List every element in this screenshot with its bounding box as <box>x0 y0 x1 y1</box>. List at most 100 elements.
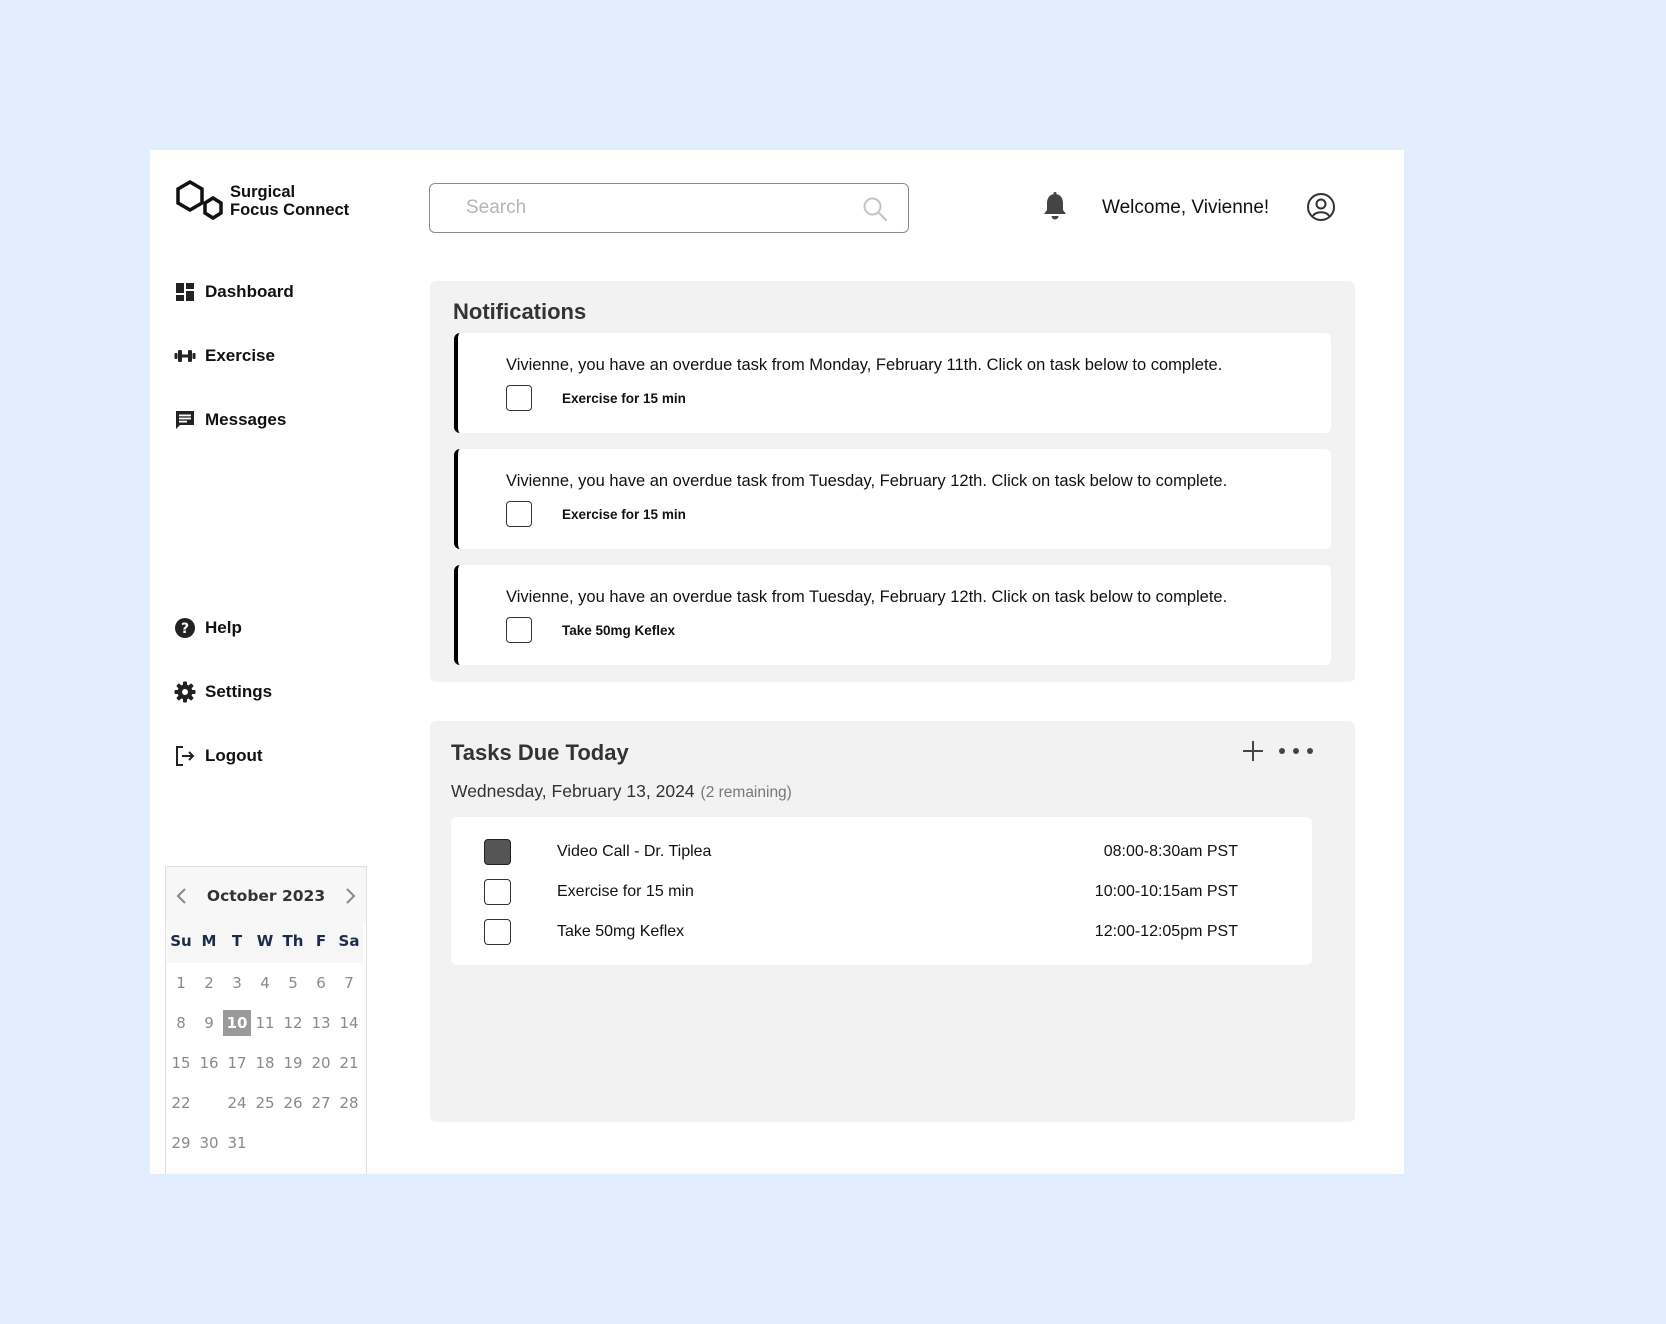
calendar-weekday: Sa <box>335 925 363 963</box>
notification-text: Vivienne, you have an overdue task from … <box>506 472 1228 490</box>
welcome-text: Welcome, Vivienne! <box>1102 197 1270 218</box>
calendar-day[interactable]: 29 <box>167 1123 195 1163</box>
calendar-day[interactable]: 3 <box>223 963 251 1003</box>
task-checkbox[interactable] <box>506 501 532 527</box>
logo: Surgical Focus Connect <box>174 180 349 222</box>
calendar-weekday: Su <box>167 925 195 963</box>
calendar-day-selected[interactable]: 10 <box>223 1010 251 1036</box>
notification-task-label[interactable]: Exercise for 15 min <box>562 507 686 522</box>
calendar-day[interactable]: 26 <box>279 1083 307 1123</box>
calendar-day[interactable]: 22 <box>167 1083 195 1123</box>
mini-calendar: October 2023 Su M T W Th F Sa 1 2 3 4 5 6 7 8 9 10 11 12 13… <box>165 866 367 1174</box>
dumbbell-icon <box>174 350 196 362</box>
task-checkbox[interactable] <box>484 879 511 905</box>
calendar-day[interactable]: 27 <box>307 1083 335 1123</box>
calendar-day[interactable]: 9 <box>195 1003 223 1043</box>
task-row: Take 50mg Keflex 12:00-12:05pm PST <box>451 917 1312 947</box>
calendar-day[interactable]: 19 <box>279 1043 307 1083</box>
notification-card: Vivienne, you have an overdue task from … <box>454 333 1331 433</box>
sidebar-item-label: Help <box>205 618 242 637</box>
task-name: Exercise for 15 min <box>557 883 694 900</box>
notification-card: Vivienne, you have an overdue task from … <box>454 449 1331 549</box>
calendar-day[interactable]: 4 <box>251 963 279 1003</box>
calendar-day[interactable]: 17 <box>223 1043 251 1083</box>
calendar-day[interactable]: 30 <box>195 1123 223 1163</box>
logo-line-1: Surgical <box>230 183 296 201</box>
calendar-day[interactable]: 15 <box>167 1043 195 1083</box>
notifications-title: Notifications <box>453 299 587 324</box>
bell-icon[interactable] <box>1041 191 1069 221</box>
notification-text: Vivienne, you have an overdue task from … <box>506 588 1228 606</box>
calendar-day[interactable]: 11 <box>251 1003 279 1043</box>
calendar-grid: Su M T W Th F Sa 1 2 3 4 5 6 7 8 9 10 11 12 13 14 15 16 17 18 19 2… <box>167 925 366 1163</box>
app-window: Surgical Focus Connect Welcome, Vivienne… <box>150 150 1404 1174</box>
search-icon[interactable] <box>862 196 888 222</box>
calendar-day[interactable]: 7 <box>335 963 363 1003</box>
hexagon-logo-icon <box>176 180 223 221</box>
sidebar-item-label: Logout <box>205 746 263 765</box>
task-row: Video Call - Dr. Tiplea 08:00-8:30am PST <box>451 837 1312 867</box>
search-input[interactable] <box>466 197 846 219</box>
search-box[interactable] <box>429 183 909 233</box>
sidebar-item-label: Dashboard <box>205 282 294 301</box>
calendar-day[interactable]: 28 <box>335 1083 363 1123</box>
calendar-day <box>195 1083 223 1123</box>
notification-task-label[interactable]: Take 50mg Keflex <box>562 623 675 638</box>
task-checkbox[interactable] <box>484 919 511 945</box>
sidebar-item-label: Messages <box>205 410 287 429</box>
task-name: Take 50mg Keflex <box>557 923 685 940</box>
task-checkbox[interactable] <box>484 839 511 865</box>
chevron-right-icon[interactable] <box>340 885 360 907</box>
sidebar-item-label: Settings <box>205 682 273 701</box>
tasks-title: Tasks Due Today <box>451 740 629 765</box>
calendar-day[interactable]: 1 <box>167 963 195 1003</box>
calendar-day[interactable]: 12 <box>279 1003 307 1043</box>
calendar-day[interactable]: 16 <box>195 1043 223 1083</box>
more-options-icon[interactable] <box>1276 741 1316 761</box>
logout-icon <box>176 746 195 766</box>
task-time: 12:00-12:05pm PST <box>1094 923 1238 940</box>
sidebar-item-label: Exercise <box>205 346 275 365</box>
calendar-day[interactable]: 21 <box>335 1043 363 1083</box>
calendar-day[interactable]: 18 <box>251 1043 279 1083</box>
user-avatar-icon[interactable] <box>1306 192 1336 222</box>
tasks-list: Video Call - Dr. Tiplea 08:00-8:30am PST… <box>451 817 1312 965</box>
calendar-day[interactable]: 25 <box>251 1083 279 1123</box>
task-name: Video Call - Dr. Tiplea <box>557 843 712 860</box>
notifications-panel: Notifications Vivienne, you have an over… <box>430 281 1355 682</box>
calendar-day[interactable]: 14 <box>335 1003 363 1043</box>
notification-text: Vivienne, you have an overdue task from … <box>506 356 1223 374</box>
svg-text:?: ? <box>181 621 189 637</box>
message-icon <box>176 411 194 429</box>
tasks-remaining: (2 remaining) <box>700 784 792 801</box>
tasks-panel: Tasks Due Today Wednesday, February 13, … <box>430 721 1355 1122</box>
tasks-date-line: Wednesday, February 13, 2024 (2 remaining… <box>451 781 792 802</box>
sidebar-item-messages[interactable]: Messages <box>174 409 286 431</box>
calendar-day[interactable]: 6 <box>307 963 335 1003</box>
dashboard-icon <box>176 283 194 301</box>
calendar-day[interactable]: 31 <box>223 1123 251 1163</box>
calendar-weekday: W <box>251 925 279 963</box>
calendar-weekday: F <box>307 925 335 963</box>
add-task-button[interactable] <box>1241 739 1265 763</box>
calendar-header: October 2023 <box>166 867 366 925</box>
task-checkbox[interactable] <box>506 385 532 411</box>
calendar-day[interactable]: 20 <box>307 1043 335 1083</box>
calendar-day[interactable]: 5 <box>279 963 307 1003</box>
task-time: 08:00-8:30am PST <box>1103 843 1238 860</box>
notification-task-label[interactable]: Exercise for 15 min <box>562 391 686 406</box>
tasks-date: Wednesday, February 13, 2024 <box>451 781 695 801</box>
sidebar-item-exercise[interactable]: Exercise <box>174 345 275 367</box>
sidebar-item-settings[interactable]: Settings <box>174 681 272 703</box>
sidebar-item-help[interactable]: ? Help <box>174 617 242 639</box>
calendar-day[interactable]: 13 <box>307 1003 335 1043</box>
calendar-day[interactable]: 24 <box>223 1083 251 1123</box>
sidebar-item-logout[interactable]: Logout <box>174 745 263 767</box>
calendar-month-title: October 2023 <box>206 887 326 905</box>
calendar-weekday: T <box>223 925 251 963</box>
logo-line-2: Focus Connect <box>230 201 350 219</box>
sidebar-item-dashboard[interactable]: Dashboard <box>174 281 294 303</box>
calendar-day[interactable]: 2 <box>195 963 223 1003</box>
calendar-day[interactable]: 8 <box>167 1003 195 1043</box>
task-checkbox[interactable] <box>506 617 532 643</box>
